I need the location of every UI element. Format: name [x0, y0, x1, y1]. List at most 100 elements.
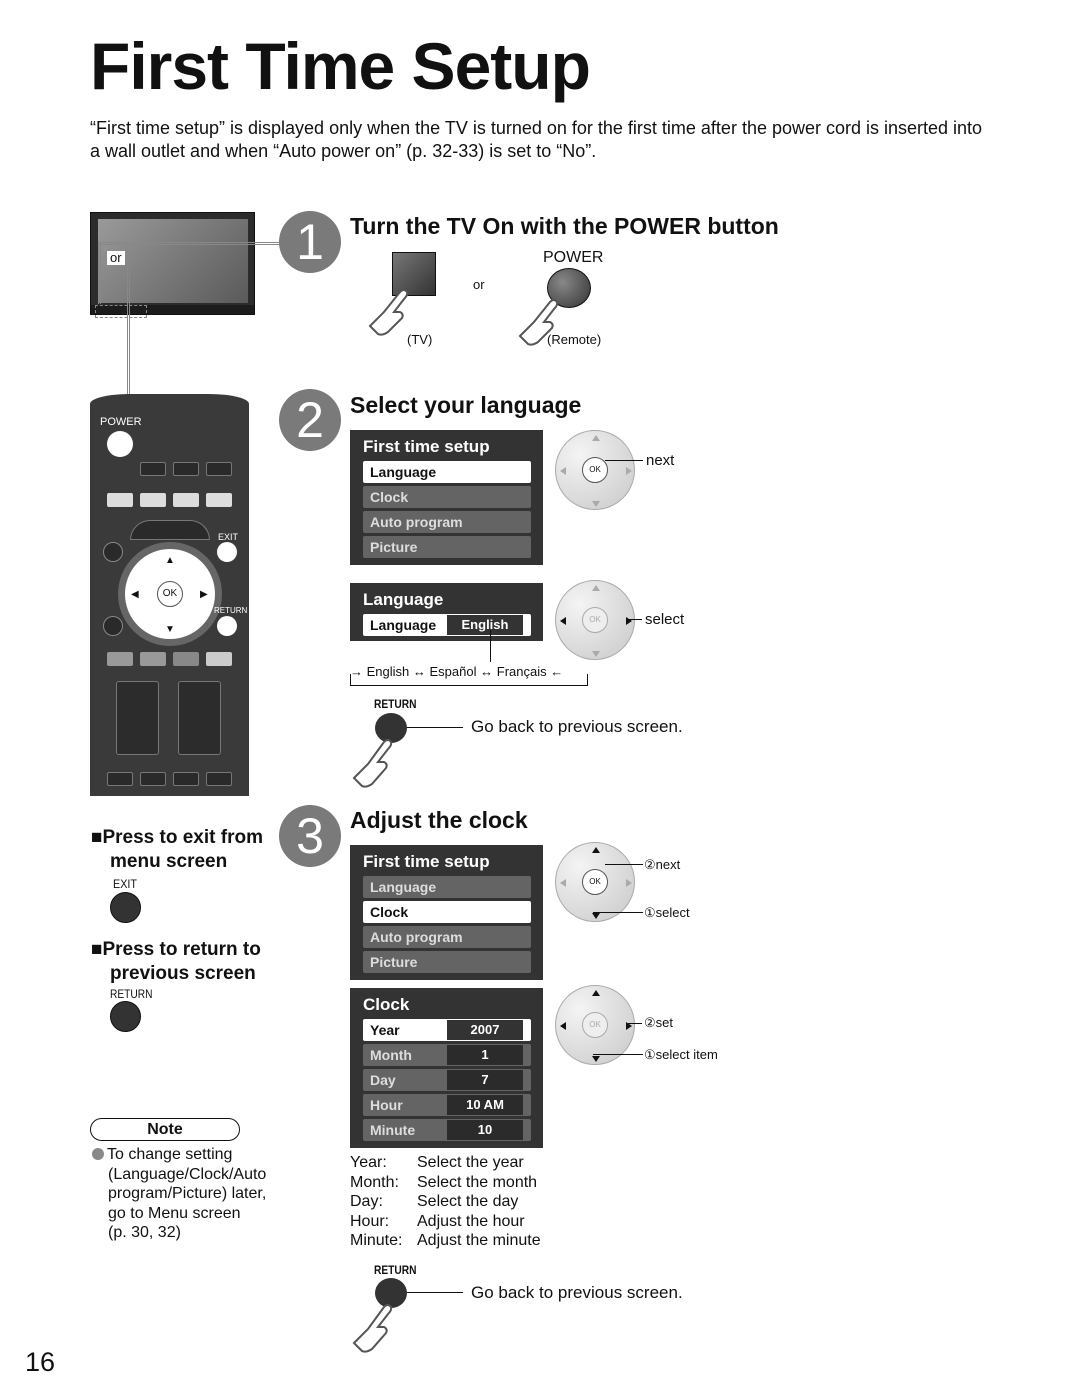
dpad-up-icon: [592, 585, 600, 591]
remote-channel-rocker[interactable]: [178, 681, 221, 755]
remote-left-button[interactable]: [103, 542, 123, 562]
clock-row-value[interactable]: 10: [447, 1120, 523, 1140]
remote-button[interactable]: [173, 772, 199, 786]
menu-item-language[interactable]: Language: [363, 876, 531, 898]
menu-item-language[interactable]: Language: [363, 461, 531, 483]
clock-row-value[interactable]: 7: [447, 1070, 523, 1090]
tv-or-label: or: [107, 251, 125, 265]
intro-text: “First time setup” is displayed only whe…: [90, 118, 983, 161]
ok-button[interactable]: OK: [582, 869, 608, 895]
description-text: Select the month: [417, 1173, 538, 1191]
menu-item-clock[interactable]: Clock: [363, 901, 531, 923]
language-value[interactable]: English: [447, 615, 523, 635]
dpad-diagram: OK: [555, 580, 635, 660]
clock-row-value[interactable]: 2007: [447, 1020, 523, 1040]
dpad-up-icon[interactable]: ▲: [165, 555, 175, 566]
exit-button[interactable]: [110, 892, 141, 923]
next-label: ②next: [644, 857, 681, 872]
menu-item-picture[interactable]: Picture: [363, 951, 531, 973]
page-number: 16: [25, 1347, 56, 1377]
language-panel-title: Language: [363, 590, 444, 609]
remote-menu-arc[interactable]: [130, 520, 210, 540]
description-term: Minute:: [350, 1232, 403, 1249]
dpad-down-icon: [592, 913, 600, 919]
remote-button[interactable]: [140, 772, 166, 786]
remote-left-button[interactable]: [103, 616, 123, 636]
callout-line: [593, 912, 643, 913]
step-1-title: Turn the TV On with the POWER button: [350, 213, 779, 239]
remote-return-button[interactable]: [217, 616, 237, 636]
remote-power-label: POWER: [100, 416, 142, 428]
ok-button[interactable]: OK: [582, 1012, 608, 1038]
dpad-left-icon: [560, 1022, 566, 1030]
dpad-down-icon[interactable]: ▼: [165, 624, 175, 635]
dpad-right-icon: [626, 467, 632, 475]
menu-item-auto-program[interactable]: Auto program: [363, 511, 531, 533]
remote-power-label-step1: POWER: [543, 249, 604, 266]
menu-item-clock[interactable]: Clock: [363, 486, 531, 508]
callout-line: [605, 460, 643, 461]
remote-button[interactable]: [206, 772, 232, 786]
remote-exit-button[interactable]: [217, 542, 237, 562]
clock-row-value[interactable]: 1: [447, 1045, 523, 1065]
dpad-diagram: OK: [555, 842, 635, 922]
return-description: Go back to previous screen.: [471, 717, 683, 736]
return-heading-line2: previous screen: [110, 963, 256, 984]
remote-button[interactable]: [206, 652, 232, 666]
remote-volume-rocker[interactable]: [116, 681, 159, 755]
remote-button[interactable]: [107, 652, 133, 666]
return-label: RETURN: [374, 697, 417, 711]
return-heading: ■Press to return to previous screen: [91, 938, 261, 986]
connector-line: [98, 242, 101, 304]
note-header: Note: [90, 1118, 240, 1141]
remote-button[interactable]: [140, 493, 166, 507]
remote-button[interactable]: [140, 652, 166, 666]
remote-power-button[interactable]: [107, 431, 133, 457]
bullet-square-icon: ■: [91, 939, 103, 960]
note-line: (p. 30, 32): [108, 1224, 181, 1241]
description-row: Minute: Adjust the minute: [350, 1231, 541, 1251]
tv-button-area[interactable]: [95, 305, 147, 318]
first-time-setup-menu: First time setup Language Clock Auto pro…: [350, 430, 543, 565]
note-title: Note: [147, 1121, 183, 1138]
sidebar-return-button[interactable]: [110, 1001, 141, 1032]
clock-row-year[interactable]: Year 2007: [363, 1019, 531, 1041]
page-title: First Time Setup: [90, 29, 591, 103]
step-3-title: Adjust the clock: [350, 807, 528, 833]
dpad-right-icon[interactable]: ▶: [200, 589, 208, 600]
ok-button[interactable]: OK: [582, 607, 608, 633]
remote-button[interactable]: [107, 772, 133, 786]
description-row: Day: Select the day: [350, 1192, 541, 1212]
menu-item-auto-program[interactable]: Auto program: [363, 926, 531, 948]
language-row[interactable]: Language English: [363, 614, 531, 636]
bullet-dot-icon: [92, 1148, 104, 1160]
step-3-badge: 3: [279, 805, 341, 867]
remote-control: POWER EXIT ▲ ▼ ◀ ▶ OK RETURN: [90, 394, 249, 796]
dpad-left-icon[interactable]: ◀: [131, 589, 139, 600]
remote-button[interactable]: [140, 462, 166, 476]
dpad-down-icon: [592, 651, 600, 657]
step-2-title: Select your language: [350, 392, 582, 418]
remote-button[interactable]: [206, 462, 232, 476]
exit-heading-line2: menu screen: [110, 851, 228, 872]
return-description: Go back to previous screen.: [471, 1283, 683, 1302]
remote-button[interactable]: [206, 493, 232, 507]
clock-row-hour[interactable]: Hour 10 AM: [363, 1094, 531, 1116]
clock-row-value[interactable]: 10 AM: [447, 1095, 523, 1115]
remote-button[interactable]: [107, 493, 133, 507]
clock-row-day[interactable]: Day 7: [363, 1069, 531, 1091]
description-text: Adjust the minute: [417, 1232, 541, 1249]
dpad-up-icon: [592, 847, 600, 853]
remote-dpad[interactable]: ▲ ▼ ◀ ▶ OK: [118, 542, 222, 646]
remote-ok-button[interactable]: OK: [157, 581, 183, 607]
clock-row-label: Day: [370, 1072, 396, 1088]
description-term: Hour:: [350, 1212, 390, 1230]
menu-item-picture[interactable]: Picture: [363, 536, 531, 558]
clock-row-month[interactable]: Month 1: [363, 1044, 531, 1066]
cycle-loop-line: [350, 674, 588, 686]
remote-button[interactable]: [173, 462, 199, 476]
clock-row-label: Hour: [370, 1097, 403, 1113]
remote-button[interactable]: [173, 493, 199, 507]
remote-button[interactable]: [173, 652, 199, 666]
clock-row-minute[interactable]: Minute 10: [363, 1119, 531, 1141]
